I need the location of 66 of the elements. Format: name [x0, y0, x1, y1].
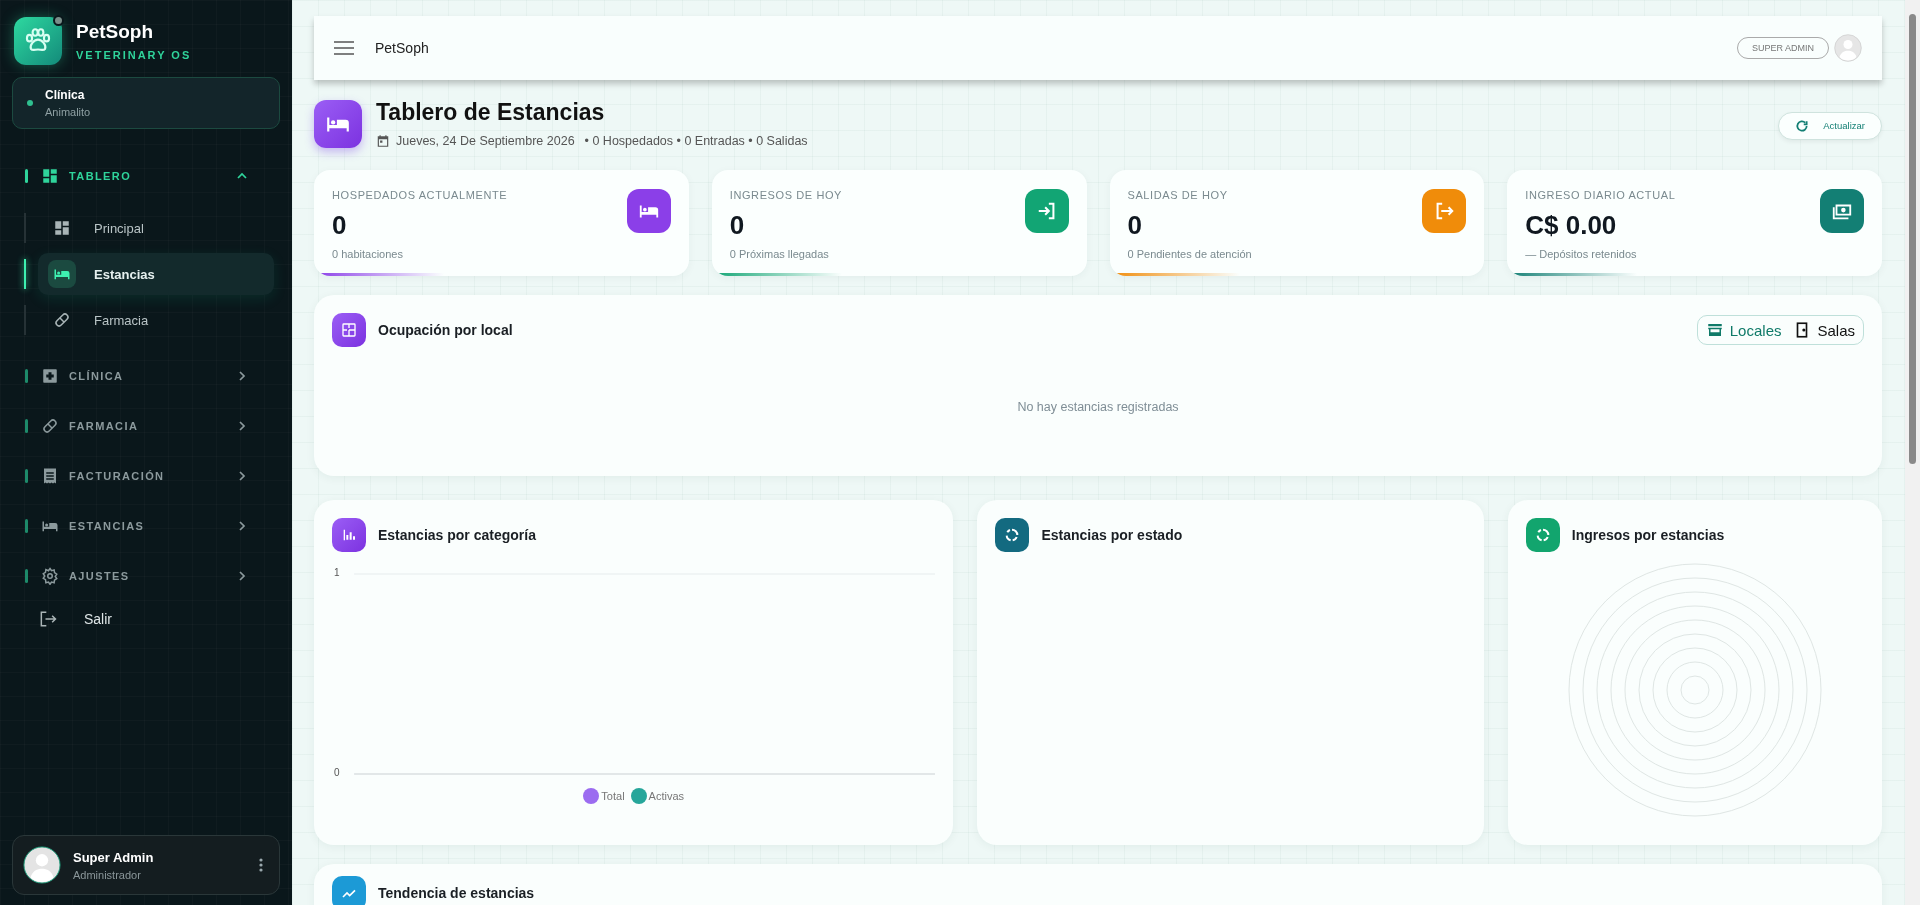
stat-label: SALIDAS DE HOY	[1127, 189, 1229, 201]
user-role: Administrador	[73, 868, 142, 881]
page-summary: • 0 Hospedados • 0 Entradas • 0 Salidas	[584, 134, 808, 148]
receipt-icon	[41, 467, 59, 485]
nav-section[interactable]: TABLERO	[12, 151, 280, 201]
stat-caption: 0 Próximas llegadas	[729, 248, 830, 260]
medical-cross-icon	[41, 367, 59, 385]
nav-item[interactable]: Estancias	[38, 253, 274, 295]
legend-item[interactable]: Activas	[630, 788, 685, 804]
stat-label: HOSPEDADOS ACTUALMENTE	[332, 189, 509, 201]
floor-plan-icon	[332, 313, 366, 347]
app-title: PetSoph	[375, 40, 429, 56]
stat-caption: 0 habitaciones	[332, 248, 404, 260]
refresh-icon	[1795, 118, 1810, 133]
scrollbar[interactable]	[1905, 0, 1920, 905]
clinic-selector[interactable]: Clínica Animalito	[12, 77, 280, 129]
more-icon[interactable]	[259, 858, 263, 872]
stat-value: C$ 0.00	[1525, 210, 1618, 241]
nav-item[interactable]: Farmacia	[38, 299, 274, 341]
page-date: Jueves, 24 De Septiembre 2026	[396, 134, 575, 148]
legend-item[interactable]: Total	[583, 788, 625, 804]
stat-caption: — Depósitos retenidos	[1525, 248, 1638, 260]
menu-icon[interactable]	[334, 41, 354, 55]
nav-section[interactable]: ESTANCIAS	[12, 501, 280, 551]
nav-section[interactable]: CLÍNICA	[12, 351, 280, 401]
card-title: Tendencia de estancias	[378, 885, 535, 901]
nav-section[interactable]: AJUSTES	[12, 551, 280, 601]
gear-icon	[41, 567, 59, 585]
axis-tick-label: 0	[334, 767, 340, 778]
logout-link[interactable]: Salir	[12, 601, 280, 629]
card-title: Ocupación por local	[378, 322, 513, 338]
user-card[interactable]: Super Admin Administrador	[12, 835, 280, 895]
stat-value: 0	[332, 210, 348, 241]
paw-logo-icon	[14, 17, 62, 65]
card-title: Estancias por categoría	[378, 527, 536, 543]
dashboard-icon	[41, 167, 59, 185]
dashboard-icon	[53, 219, 71, 237]
stat-value: 0	[729, 210, 746, 241]
stat-label: INGRESO DIARIO ACTUAL	[1525, 189, 1677, 201]
card-title: Estancias por estado	[1041, 527, 1183, 543]
donut-chart-icon	[1525, 518, 1560, 552]
nav-item[interactable]: Principal	[38, 207, 274, 249]
nav-section[interactable]: FACTURACIÓN	[12, 451, 280, 501]
stat-label: INGRESOS DE HOY	[729, 189, 844, 201]
page-title: Tablero de Estancias	[376, 99, 606, 126]
toggle-option[interactable]: Locales	[1701, 319, 1786, 341]
stat-caption: 0 Pendientes de atención	[1127, 248, 1253, 260]
nav-section[interactable]: FARMACIA	[12, 401, 280, 451]
logout-icon	[38, 609, 58, 629]
card-title: Ingresos por estancias	[1571, 527, 1725, 543]
empty-message: No hay estancias registradas	[1016, 400, 1180, 414]
calendar-icon	[376, 134, 390, 148]
bar-chart-icon	[332, 518, 366, 552]
toggle-option[interactable]: Salas	[1789, 319, 1859, 341]
store-icon	[1705, 321, 1724, 339]
pill-icon	[53, 311, 71, 329]
bed-icon	[314, 99, 362, 148]
stat-value: 0	[1127, 210, 1143, 241]
donut-chart-icon	[995, 518, 1030, 552]
pill-icon	[41, 417, 59, 435]
user-name: Super Admin	[73, 849, 155, 865]
avatar-icon	[23, 846, 61, 884]
brand-name: PetSoph	[76, 21, 155, 43]
refresh-button[interactable]: Actualizar	[1778, 111, 1882, 140]
brand-tagline: VETERINARY OS	[76, 49, 192, 61]
axis-tick-label: 1	[334, 567, 340, 578]
